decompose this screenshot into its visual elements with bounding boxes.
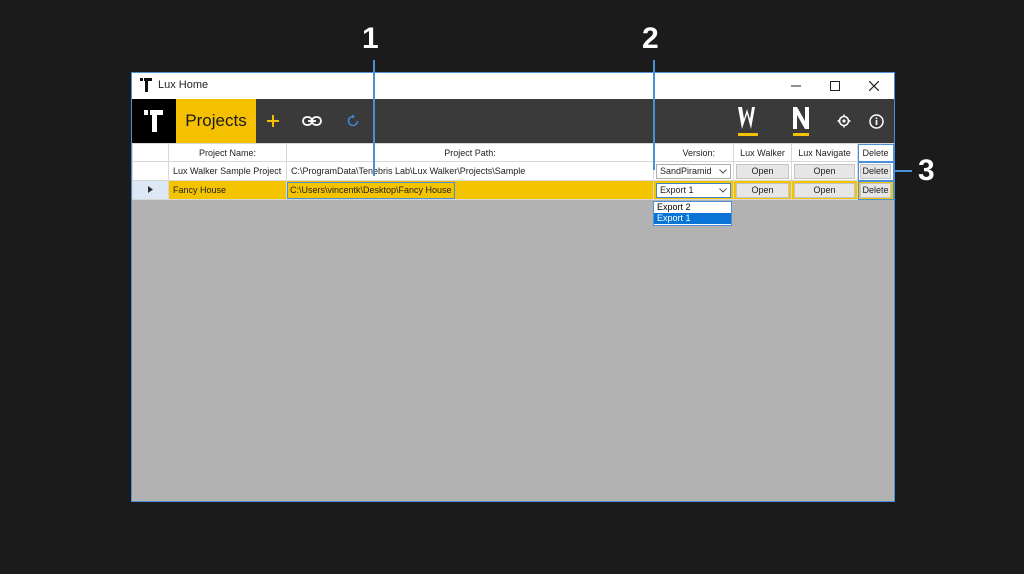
minimize-button[interactable] — [777, 73, 815, 99]
lux-home-window: Lux Home Projects Project Name: Project … — [131, 72, 895, 502]
close-icon — [869, 81, 879, 91]
project-name-cell[interactable]: Fancy House — [168, 180, 287, 200]
lux-navigate-icon[interactable] — [788, 103, 816, 141]
version-select-value: Export 1 — [660, 185, 694, 195]
lux-navigate-cell: Open — [791, 180, 858, 200]
lux-walker-cell: Open — [733, 161, 792, 181]
callout-1-line — [373, 60, 375, 176]
toolbar: Projects — [132, 99, 894, 143]
gear-icon — [837, 114, 851, 128]
callout-3: 3 — [918, 154, 935, 187]
project-name-cell[interactable]: Lux Walker Sample Project — [168, 161, 287, 181]
add-icon — [267, 115, 279, 127]
projects-table: Project Name: Project Path: Version: Lux… — [132, 143, 894, 200]
lux-navigate-cell: Open — [791, 161, 858, 181]
column-header-project-name[interactable]: Project Name: — [168, 143, 287, 162]
version-select[interactable]: SandPiramid — [656, 163, 731, 179]
column-header-lux-walker[interactable]: Lux Walker — [733, 143, 792, 162]
lux-walker-cell: Open — [733, 180, 792, 200]
table-row[interactable]: Lux Walker Sample Project C:\ProgramData… — [132, 161, 894, 181]
link-icon — [302, 116, 322, 126]
window-title: Lux Home — [158, 79, 209, 91]
version-option-selected[interactable]: Export 1 — [654, 213, 731, 224]
callout-1: 1 — [362, 22, 379, 55]
app-logo-icon — [144, 110, 163, 132]
open-lux-walker-button[interactable]: Open — [736, 163, 789, 179]
column-header-version[interactable]: Version: — [653, 143, 734, 162]
row-header-corner — [132, 143, 169, 162]
settings-button[interactable] — [832, 99, 856, 143]
version-option[interactable]: Export 2 — [654, 202, 731, 213]
info-button[interactable] — [864, 99, 888, 143]
delete-button[interactable]: Delete — [860, 163, 891, 179]
open-lux-navigate-button[interactable]: Open — [794, 163, 855, 179]
app-logo-icon — [140, 78, 152, 92]
lux-walker-icon[interactable] — [735, 103, 763, 141]
delete-button[interactable]: Delete — [860, 182, 891, 198]
column-header-project-path[interactable]: Project Path: — [286, 143, 654, 162]
project-path-text[interactable]: C:\Users\vincentk\Desktop\Fancy House — [287, 181, 455, 199]
delete-cell: Delete — [857, 180, 894, 200]
project-path-cell[interactable]: C:\Users\vincentk\Desktop\Fancy House — [286, 180, 654, 200]
app-logo — [132, 99, 176, 143]
chevron-down-icon — [719, 168, 727, 174]
link-project-button[interactable] — [298, 99, 326, 143]
column-header-delete[interactable]: Delete — [857, 143, 894, 162]
open-lux-navigate-button[interactable]: Open — [794, 182, 855, 198]
version-cell[interactable]: Export 1 — [653, 180, 734, 200]
row-header[interactable] — [132, 180, 169, 200]
callout-3-line — [894, 170, 912, 172]
maximize-icon — [830, 81, 840, 91]
current-row-arrow-icon — [148, 186, 153, 193]
version-dropdown-list: Export 2 Export 1 — [653, 201, 732, 226]
column-header-lux-navigate[interactable]: Lux Navigate — [791, 143, 858, 162]
table-header-row: Project Name: Project Path: Version: Lux… — [132, 143, 894, 162]
projects-grid: Project Name: Project Path: Version: Lux… — [132, 143, 894, 501]
title-bar[interactable]: Lux Home — [132, 73, 894, 99]
row-header[interactable] — [132, 161, 169, 181]
delete-cell: Delete — [857, 161, 894, 181]
minimize-icon — [791, 85, 801, 87]
open-lux-walker-button[interactable]: Open — [736, 182, 789, 198]
refresh-button[interactable] — [340, 99, 366, 143]
add-project-button[interactable] — [260, 99, 286, 143]
version-select[interactable]: Export 1 — [656, 182, 731, 198]
info-icon — [868, 113, 884, 129]
chevron-down-icon — [719, 187, 727, 193]
maximize-button[interactable] — [816, 73, 854, 99]
version-select-value: SandPiramid — [660, 166, 712, 176]
refresh-icon — [347, 114, 359, 127]
close-button[interactable] — [855, 73, 893, 99]
callout-2: 2 — [642, 22, 659, 55]
table-row-selected[interactable]: Fancy House C:\Users\vincentk\Desktop\Fa… — [132, 180, 894, 200]
tab-projects[interactable]: Projects — [176, 99, 256, 143]
callout-2-line — [653, 60, 655, 170]
project-path-cell[interactable]: C:\ProgramData\Tenebris Lab\Lux Walker\P… — [286, 161, 654, 181]
version-cell[interactable]: SandPiramid — [653, 161, 734, 181]
